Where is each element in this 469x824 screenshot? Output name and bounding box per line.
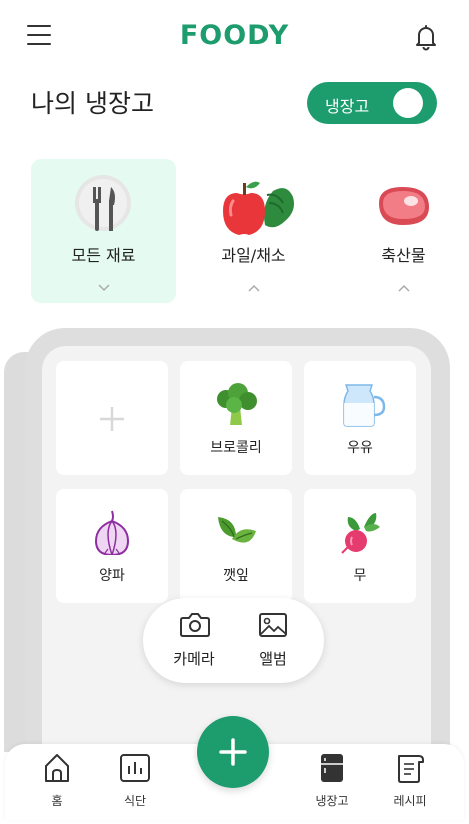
home-icon — [22, 752, 92, 784]
category-label: 축산물 — [381, 246, 426, 265]
ingredient-tile-radish[interactable]: 무 — [304, 489, 416, 603]
album-button[interactable]: 앨범 — [238, 610, 308, 674]
chevron-up-icon — [331, 277, 469, 296]
toggle-label: 냉장고 — [325, 97, 370, 116]
plus-icon — [56, 395, 168, 441]
plus-icon — [197, 716, 269, 788]
category-all[interactable]: 모든 재료 — [31, 159, 176, 303]
ingredient-tile-perilla[interactable]: 깻잎 — [180, 489, 292, 603]
leaf-icon — [180, 509, 292, 555]
bell-icon[interactable] — [411, 22, 441, 52]
ingredient-tile-onion[interactable]: 양파 — [56, 489, 168, 603]
toggle-knob[interactable] — [393, 88, 423, 118]
nav-fridge-label: 냉장고 — [315, 794, 349, 808]
nav-recipe-label: 레시피 — [393, 794, 427, 808]
add-source-menu: 카메라 앨범 — [143, 598, 324, 683]
ingredient-label: 우유 — [347, 440, 373, 456]
milk-icon — [304, 381, 416, 427]
camera-label: 카메라 — [173, 650, 215, 668]
nav-home[interactable]: 홈 — [22, 752, 92, 814]
category-label: 모든 재료 — [71, 246, 136, 265]
category-fruit-vegetable[interactable]: 과일/채소 — [181, 159, 326, 303]
image-icon — [238, 610, 308, 640]
ingredient-label: 브로콜리 — [210, 440, 262, 456]
app-logo: FOODY — [179, 20, 290, 51]
nav-recipe[interactable]: 레시피 — [375, 752, 445, 814]
recipe-icon — [375, 752, 445, 784]
album-label: 앨범 — [259, 650, 287, 668]
fridge-toggle[interactable]: 냉장고 — [307, 82, 437, 124]
radish-icon — [304, 509, 416, 555]
ingredient-label: 무 — [353, 568, 367, 584]
category-meat[interactable]: 축산물 — [331, 159, 469, 303]
onion-icon — [56, 509, 168, 557]
ingredient-label: 깻잎 — [223, 568, 249, 584]
chevron-up-icon — [181, 277, 326, 296]
chevron-down-icon — [31, 277, 176, 296]
ingredient-label: 양파 — [99, 568, 125, 584]
nav-diet-label: 식단 — [123, 794, 147, 808]
fridge-icon — [297, 752, 367, 784]
chart-icon — [100, 752, 170, 784]
top-bar: FOODY — [0, 0, 469, 72]
camera-icon — [159, 610, 229, 640]
category-label: 과일/채소 — [221, 246, 286, 265]
meat-icon — [331, 173, 469, 237]
ingredient-tile-broccoli[interactable]: 브로콜리 — [180, 361, 292, 475]
camera-button[interactable]: 카메라 — [159, 610, 229, 674]
utensils-icon — [31, 173, 176, 237]
ingredient-tile-milk[interactable]: 우유 — [304, 361, 416, 475]
nav-fridge[interactable]: 냉장고 — [297, 752, 367, 814]
nav-diet[interactable]: 식단 — [100, 752, 170, 814]
add-ingredient-tile[interactable] — [56, 361, 168, 475]
nav-home-label: 홈 — [51, 794, 63, 808]
apple-vegetable-icon — [181, 173, 326, 237]
page-title: 나의 냉장고 — [31, 89, 154, 118]
add-button[interactable] — [197, 716, 269, 788]
broccoli-icon — [180, 381, 292, 427]
